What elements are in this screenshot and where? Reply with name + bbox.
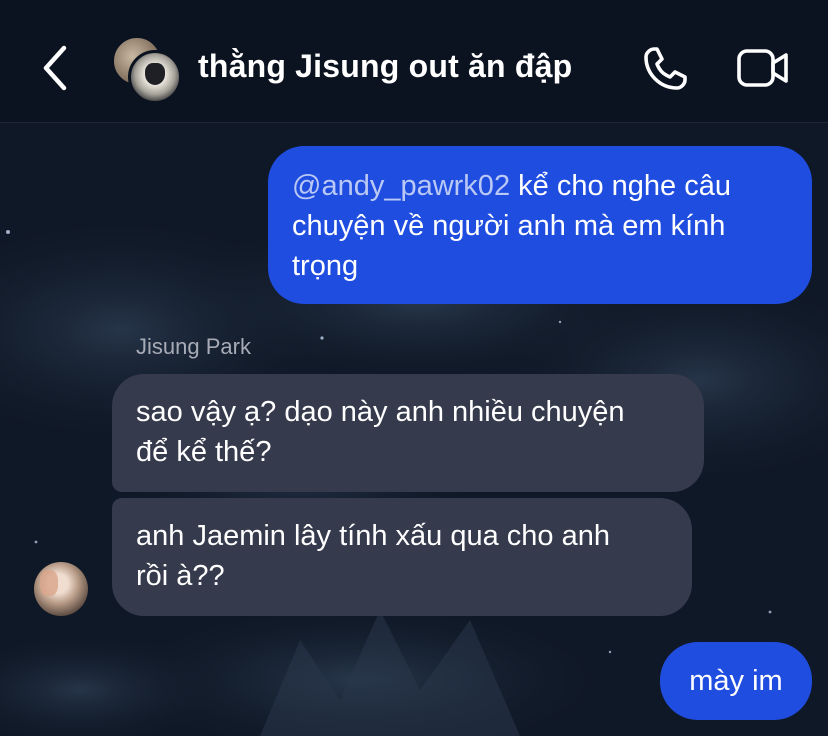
back-button[interactable]	[34, 44, 74, 92]
message-line: rồi à??	[136, 560, 225, 592]
phone-icon	[644, 47, 687, 90]
video-call-button[interactable]	[736, 46, 790, 92]
message-line: @andy_pawrk02 kể cho nghe câu	[292, 170, 731, 202]
message-line: anh Jaemin lây tính xấu qua cho anh	[136, 520, 610, 552]
chat-screen: thằng Jisung out ăn đập @andy_pawrk02 kể…	[0, 0, 828, 736]
message-bubble-incoming[interactable]: anh Jaemin lây tính xấu qua cho anh rồi …	[112, 498, 692, 616]
chat-header: thằng Jisung out ăn đập	[0, 0, 828, 123]
chat-title[interactable]: thằng Jisung out ăn đập	[198, 48, 572, 85]
message-line: mày im	[689, 665, 783, 697]
user-mention[interactable]: @andy_pawrk02	[292, 170, 510, 202]
sender-name: Jisung Park	[136, 334, 251, 359]
chevron-left-icon	[43, 45, 67, 91]
group-avatar[interactable]	[110, 34, 182, 104]
member-avatar-front	[128, 50, 182, 104]
message-bubble-outgoing[interactable]: mày im	[660, 642, 812, 720]
message-line: chuyện về người anh mà em kính	[292, 210, 726, 242]
message-line: để kể thế?	[136, 436, 272, 468]
message-line: sao vậy ạ? dạo này anh nhiều chuyện	[136, 396, 625, 428]
message-bubble-incoming[interactable]: sao vậy ạ? dạo này anh nhiều chuyện để k…	[112, 374, 704, 492]
voice-call-button[interactable]	[640, 44, 690, 94]
video-camera-icon	[737, 49, 788, 87]
message-line: trọng	[292, 250, 359, 282]
message-bubble-outgoing[interactable]: @andy_pawrk02 kể cho nghe câu chuyện về …	[268, 146, 812, 304]
sender-avatar[interactable]	[34, 562, 88, 616]
